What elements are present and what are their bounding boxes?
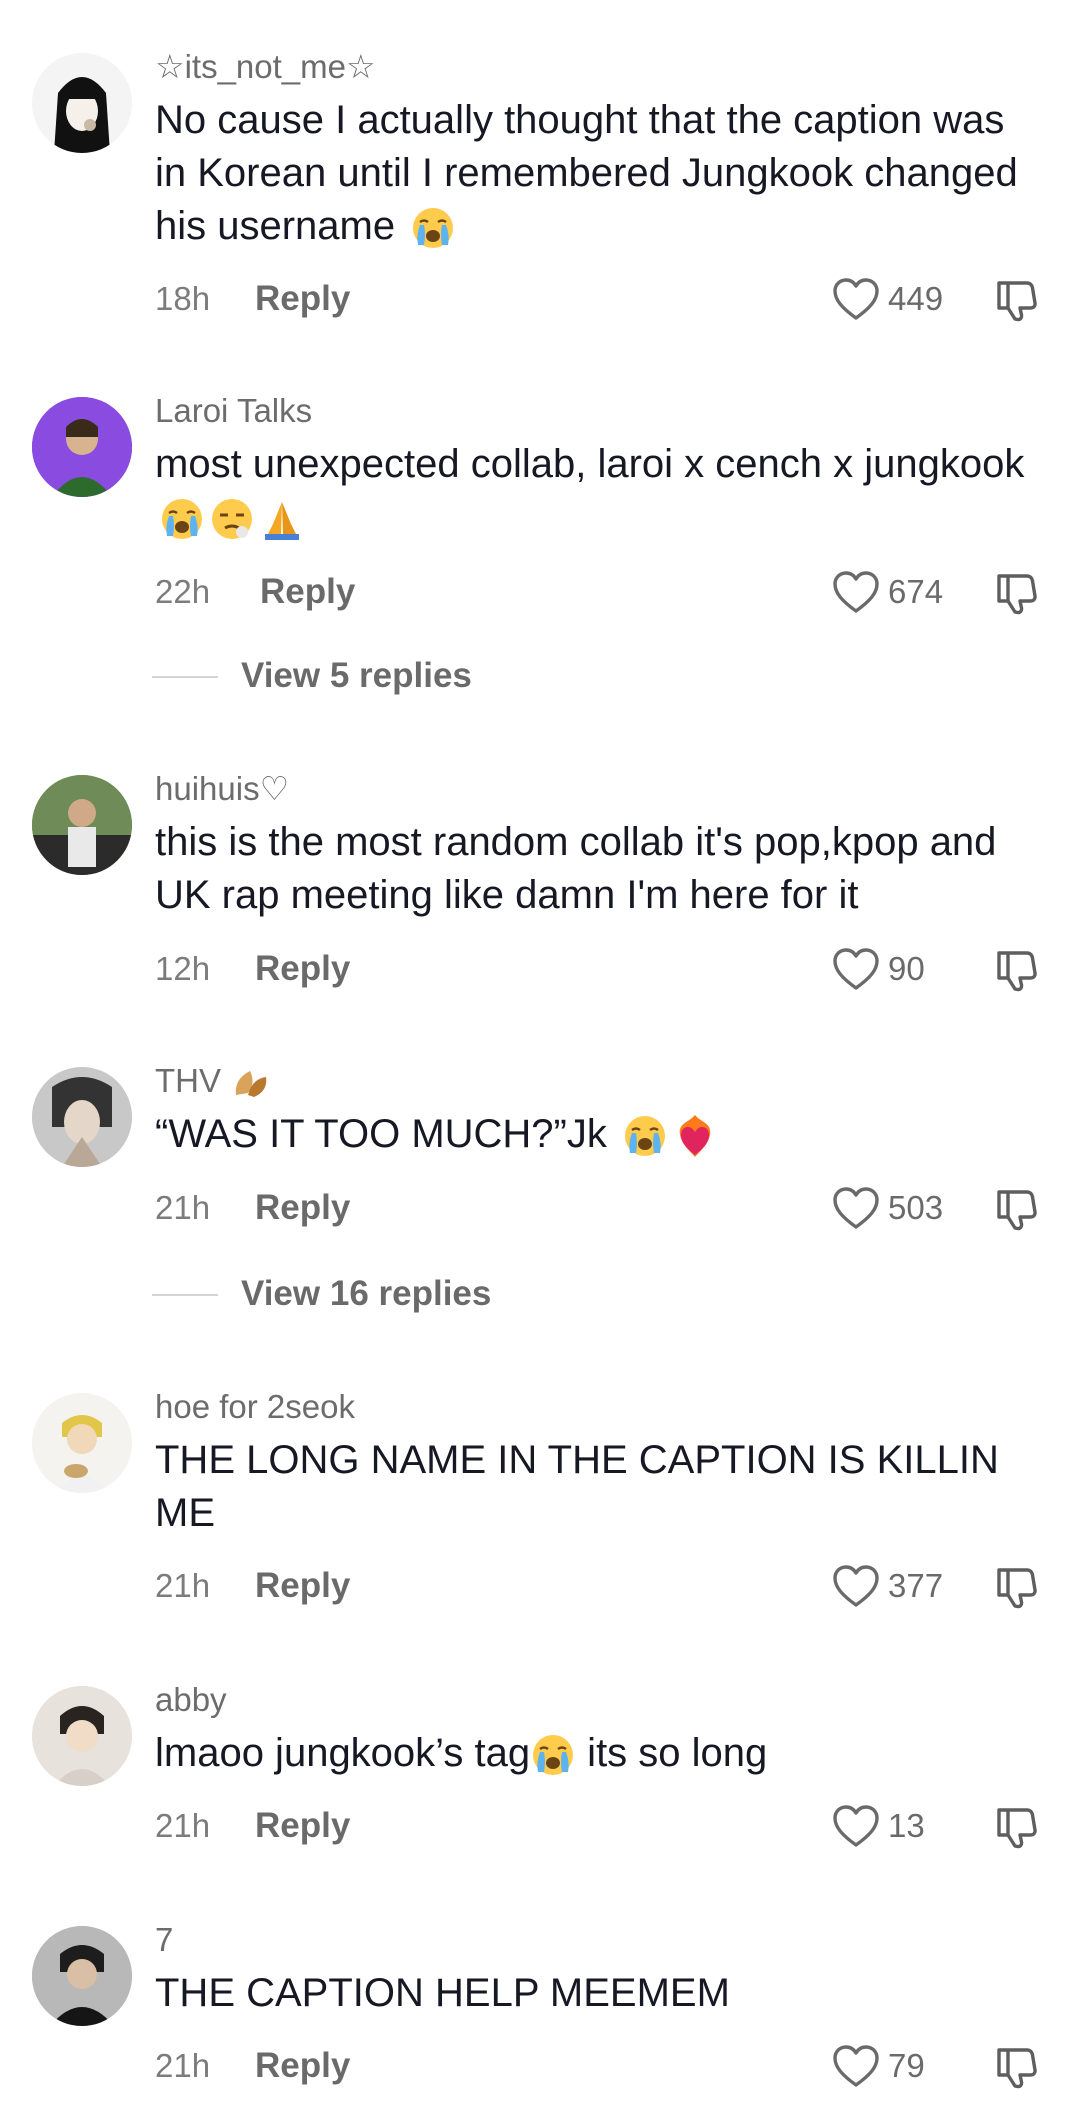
reply-button[interactable]: Reply [255, 2046, 350, 2086]
avatar[interactable] [32, 397, 132, 497]
avatar[interactable] [32, 775, 132, 875]
comment-time: 12h [155, 950, 211, 987]
heart-icon[interactable] [832, 2044, 880, 2088]
comment-body: “WAS IT TOO MUCH?”Jk [155, 1112, 607, 1156]
crying-face-icon [410, 205, 456, 251]
dislike-icon[interactable] [993, 1804, 1039, 1850]
comment-body: most unexpected collab, laroi x cench x … [155, 442, 1025, 486]
view-replies-button[interactable]: View 5 replies [241, 656, 472, 696]
crying-face-icon [530, 1732, 576, 1778]
comment-username[interactable]: 7 [155, 1920, 173, 1960]
avatar[interactable] [32, 1686, 132, 1786]
comment-username[interactable]: huihuis♡ [155, 769, 289, 809]
comment-text: THE LONG NAME IN THE CAPTION IS KILLIN M… [155, 1434, 1035, 1540]
view-replies-button[interactable]: View 16 replies [241, 1274, 491, 1314]
heart-icon[interactable] [832, 947, 880, 991]
like-count: 13 [888, 1807, 925, 1844]
heart-on-fire-icon [672, 1113, 718, 1159]
comment-body: No cause I actually thought that the cap… [155, 98, 1018, 248]
leaf-icon [235, 1071, 267, 1098]
divider [152, 676, 218, 678]
crying-face-icon [622, 1113, 668, 1159]
comment-username[interactable]: hoe for 2seok [155, 1387, 355, 1427]
reply-button[interactable]: Reply [255, 1188, 350, 1228]
comment-username[interactable]: THV [155, 1061, 270, 1101]
comment-time: 18h [155, 280, 211, 317]
dislike-icon[interactable] [993, 277, 1039, 323]
comment-text: No cause I actually thought that the cap… [155, 94, 1035, 253]
reply-button[interactable]: Reply [260, 572, 355, 612]
crying-face-icon [159, 496, 205, 542]
comment-body: this is the most random collab it's pop,… [155, 820, 997, 917]
comment-text: THE CAPTION HELP MEEMEM [155, 1967, 1035, 2020]
comment-time: 21h [155, 1567, 211, 1604]
avatar[interactable] [32, 1926, 132, 2026]
comment-time: 21h [155, 1189, 211, 1226]
comment-time: 21h [155, 1807, 211, 1844]
avatar[interactable] [32, 53, 132, 153]
reply-button[interactable]: Reply [255, 279, 350, 319]
comment-username[interactable]: ☆its_not_me☆ [155, 47, 376, 87]
comment-username[interactable]: abby [155, 1680, 227, 1720]
like-count: 503 [888, 1189, 944, 1226]
comment-body: lmaoo jungkook’s tag [155, 1731, 531, 1775]
like-count: 79 [888, 2047, 925, 2084]
username-text[interactable]: THV [155, 1062, 221, 1099]
dislike-icon[interactable] [993, 1564, 1039, 1610]
comment-text: most unexpected collab, laroi x cench x … [155, 438, 1035, 544]
reply-button[interactable]: Reply [255, 1806, 350, 1846]
dislike-icon[interactable] [993, 2044, 1039, 2090]
heart-icon[interactable] [832, 1804, 880, 1848]
avatar[interactable] [32, 1067, 132, 1167]
like-count: 449 [888, 280, 944, 317]
comment-time: 22h [155, 573, 211, 610]
comment-text: lmaoo jungkook’s tag its so long [155, 1727, 1035, 1780]
dislike-icon[interactable] [993, 570, 1039, 616]
like-count: 674 [888, 573, 944, 610]
divider [152, 1294, 218, 1296]
comment-text: “WAS IT TOO MUCH?”Jk [155, 1108, 1035, 1161]
avatar[interactable] [32, 1393, 132, 1493]
comment-body-cont: its so long [576, 1731, 768, 1775]
like-count: 90 [888, 950, 925, 987]
comment-username[interactable]: Laroi Talks [155, 391, 312, 431]
comment-body: THE CAPTION HELP MEEMEM [155, 1971, 730, 2015]
heart-icon[interactable] [832, 570, 880, 614]
heart-icon[interactable] [832, 277, 880, 321]
heart-icon[interactable] [832, 1564, 880, 1608]
like-count: 377 [888, 1567, 944, 1604]
dislike-icon[interactable] [993, 1186, 1039, 1232]
comment-body: THE LONG NAME IN THE CAPTION IS KILLIN M… [155, 1438, 999, 1535]
dislike-icon[interactable] [993, 947, 1039, 993]
reply-button[interactable]: Reply [255, 949, 350, 989]
comment-time: 21h [155, 2047, 211, 2084]
unamused-face-icon [209, 496, 255, 542]
comment-text: this is the most random collab it's pop,… [155, 816, 1035, 922]
heart-icon[interactable] [832, 1186, 880, 1230]
reply-button[interactable]: Reply [255, 1566, 350, 1606]
folded-hands-icon [259, 496, 305, 542]
